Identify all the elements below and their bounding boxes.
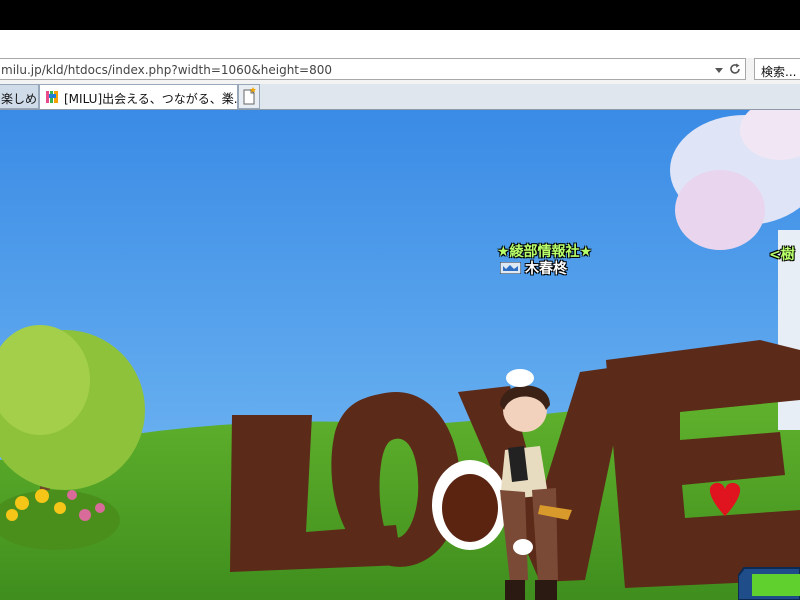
other-player-guild-label: <樹: [769, 247, 795, 263]
game-scene: [0, 110, 800, 600]
milu-favicon-icon: [45, 90, 59, 104]
address-url: milu.jp/kld/htdocs/index.php?width=1060&…: [1, 63, 332, 77]
address-path: /kld/htdocs/index.php?width=1060&height=…: [41, 63, 332, 77]
refresh-icon[interactable]: [728, 62, 742, 76]
search-label: 検索...: [761, 65, 797, 79]
dropdown-arrow-icon[interactable]: [714, 65, 724, 75]
tab-previous[interactable]: 楽しめ...: [0, 84, 39, 109]
browser-chrome-top: [0, 30, 800, 58]
hud-gauge-frame: [738, 567, 800, 600]
screen-top-bar: [0, 0, 800, 30]
player-name: 木春柊: [525, 261, 567, 277]
tab-label: 楽しめ...: [1, 92, 38, 106]
address-bar[interactable]: milu.jp/kld/htdocs/index.php?width=1060&…: [0, 58, 746, 80]
search-box[interactable]: 検索...: [754, 58, 800, 80]
crown-badge-icon: [500, 262, 521, 274]
tab-milu-active[interactable]: [MILU]出会える、つながる、楽... ×: [39, 84, 238, 109]
game-viewport[interactable]: [0, 110, 800, 600]
address-domain: milu.jp: [1, 63, 42, 77]
new-tab-button[interactable]: [238, 84, 260, 109]
new-tab-icon: [243, 87, 256, 105]
hud-gauge[interactable]: [738, 564, 800, 600]
tab-label: [MILU]出会える、つながる、楽...: [64, 92, 238, 106]
tab-close-icon[interactable]: ×: [222, 89, 233, 104]
